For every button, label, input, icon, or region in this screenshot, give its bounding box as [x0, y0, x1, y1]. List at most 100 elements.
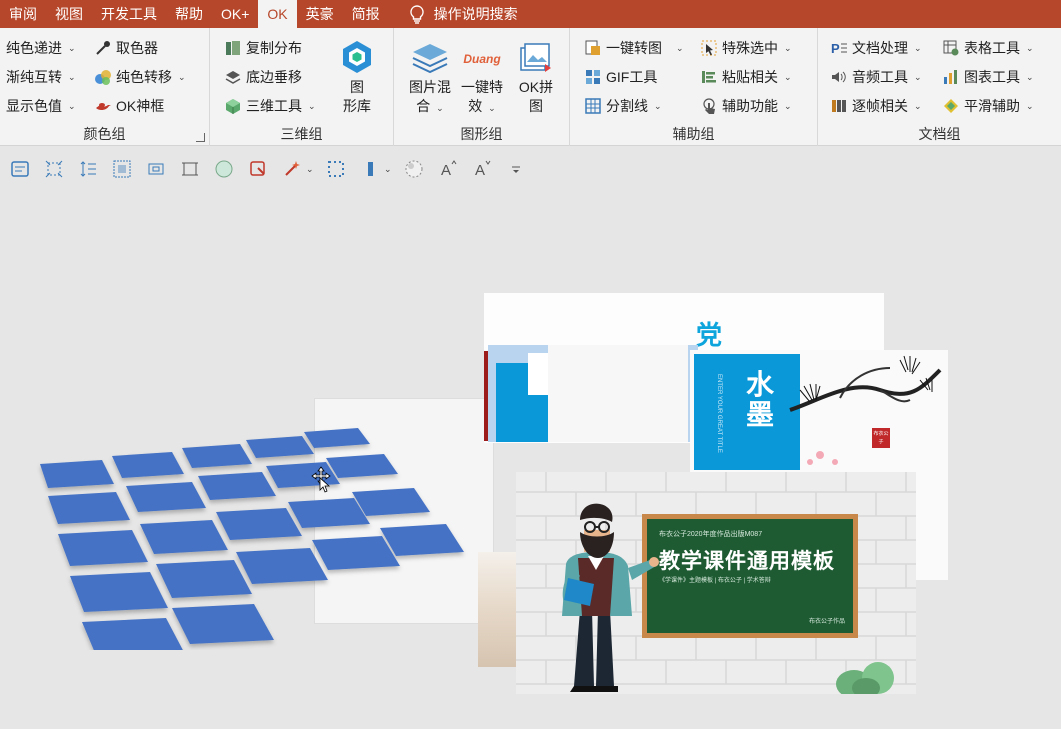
tile[interactable]: [140, 520, 228, 554]
tab-view[interactable]: 视图: [46, 0, 92, 28]
hexagon-library-icon: [343, 41, 371, 73]
tile[interactable]: [172, 604, 274, 644]
tab-help[interactable]: 帮助: [166, 0, 212, 28]
tile[interactable]: [288, 498, 370, 528]
tab-yinghao[interactable]: 英豪: [297, 0, 343, 28]
btn-image-blend[interactable]: 图片混 合 ⌄: [404, 42, 456, 118]
chevron-down-icon: ⌄: [308, 100, 316, 111]
teacher-slide[interactable]: 布衣公子2020年度作品出版M087 教学课件通用模板 《学课件》主题模板 | …: [516, 472, 916, 694]
btn-show-color-value[interactable]: 显示色值 ⌄: [6, 94, 76, 118]
chevron-down-icon: ⌄: [784, 100, 792, 111]
tile[interactable]: [126, 482, 206, 512]
btn-paste-related[interactable]: 粘贴相关 ⌄: [700, 65, 792, 89]
rotate-square-icon[interactable]: [246, 157, 270, 181]
btn-show-color-value-label: 显示色值: [6, 98, 62, 114]
btn-doc-processing[interactable]: P 文档处理 ⌄: [830, 36, 922, 60]
slide-canvas[interactable]: 党 水墨 ENTER YOUR GREAT TITLE 布衣公子 布衣公子202…: [0, 190, 1061, 729]
chevron-down-icon: ⌄: [178, 71, 186, 82]
tile[interactable]: [216, 508, 302, 540]
chevron-down-icon: ⌄: [488, 103, 496, 113]
frame-icon[interactable]: [178, 157, 202, 181]
tab-review[interactable]: 审阅: [0, 0, 46, 28]
btn-3d-tools[interactable]: 三维工具 ⌄: [224, 94, 316, 118]
tab-developer[interactable]: 开发工具: [92, 0, 166, 28]
btn-gif-tools-label: GIF工具: [606, 69, 658, 85]
magic-wand-icon[interactable]: [280, 157, 304, 181]
btn-special-select[interactable]: 特殊选中 ⌄: [700, 36, 792, 60]
circle-shape-icon[interactable]: [212, 157, 236, 181]
btn-frame-by-frame[interactable]: 逐帧相关 ⌄: [830, 94, 922, 118]
3d-tile-grid[interactable]: [30, 420, 470, 650]
btn-solid-gradient[interactable]: 纯色递进 ⌄: [6, 36, 76, 60]
btn-one-click-to-image[interactable]: 一键转图 ⌄: [584, 36, 684, 60]
landscape-slide[interactable]: [478, 552, 520, 667]
align-panel-icon[interactable]: [8, 157, 32, 181]
svg-text:P: P: [831, 41, 840, 56]
btn-shape-library[interactable]: 图 形库: [338, 38, 376, 116]
chevron-down-icon: ⌄: [914, 100, 922, 111]
board-top-text: 布衣公子2020年度作品出版M087: [659, 531, 763, 538]
tile[interactable]: [40, 460, 114, 488]
vertical-bar-icon[interactable]: [358, 157, 382, 181]
select-shape-icon[interactable]: [42, 157, 66, 181]
tile[interactable]: [312, 536, 400, 570]
tile[interactable]: [156, 560, 252, 598]
btn-gif-tools[interactable]: GIF工具: [584, 65, 657, 89]
btn-base-vertical-shift[interactable]: 底边垂移: [224, 65, 302, 89]
group-label-doc: 文档组: [918, 126, 961, 142]
tile[interactable]: [380, 524, 464, 556]
tile[interactable]: [48, 492, 130, 524]
btn-smooth-assist[interactable]: 平滑辅助 ⌄: [942, 94, 1034, 118]
btn-copy-distribute[interactable]: 复制分布: [224, 36, 302, 60]
tile[interactable]: [82, 618, 186, 650]
tile[interactable]: [352, 488, 430, 516]
btn-audio-tools[interactable]: 音频工具 ⌄: [830, 65, 922, 89]
tile[interactable]: [326, 454, 398, 478]
chevron-down-icon[interactable]: ⌄: [306, 164, 314, 175]
tile[interactable]: [304, 428, 370, 448]
chevron-down-icon[interactable]: ⌄: [384, 164, 392, 175]
btn-ok-magic-frame[interactable]: OK神框: [94, 94, 164, 118]
btn-gradient-swap[interactable]: 渐纯互转 ⌄: [6, 65, 76, 89]
svg-text:A: A: [475, 162, 485, 179]
crop-fit-icon[interactable]: [144, 157, 168, 181]
tile[interactable]: [246, 436, 314, 458]
line-spacing-icon[interactable]: [76, 157, 100, 181]
btn-one-click-effect[interactable]: Duang 一键特 效 ⌄: [456, 42, 508, 118]
cursor-select-icon: [701, 40, 717, 56]
distribute-grid-icon[interactable]: [110, 157, 134, 181]
customize-toolbar-icon[interactable]: [504, 157, 528, 181]
tile[interactable]: [112, 452, 184, 478]
dotted-select-icon[interactable]: [324, 157, 348, 181]
btn-table-tools[interactable]: 表格工具 ⌄: [942, 36, 1034, 60]
btn-assist-functions[interactable]: 辅助功能 ⌄: [700, 94, 792, 118]
dialog-launcher-icon[interactable]: [196, 133, 205, 142]
dashed-circle-icon[interactable]: [402, 157, 426, 181]
touch-hand-icon: [703, 98, 715, 114]
tile[interactable]: [198, 472, 276, 500]
blue-geometric-slide[interactable]: [488, 345, 698, 442]
btn-special-select-label: 特殊选中: [722, 40, 778, 56]
font-increase-icon[interactable]: A: [436, 157, 460, 181]
btn-split-lines[interactable]: 分割线 ⌄: [584, 94, 662, 118]
group-3d: 复制分布 底边垂移 三维工具 ⌄ 图 形库 三维组: [210, 28, 394, 146]
ribbon-tab-bar: 审阅 视图 开发工具 帮助 OK+ OK 英豪 简报 操作说明搜索: [0, 0, 1061, 28]
tile[interactable]: [58, 530, 148, 566]
speaker-icon: [832, 71, 846, 83]
font-decrease-icon[interactable]: A: [470, 157, 494, 181]
tell-me-search[interactable]: 操作说明搜索: [397, 0, 527, 28]
layers-icon: [225, 71, 241, 84]
tile[interactable]: [70, 572, 168, 612]
btn-eyedropper[interactable]: 取色器: [94, 36, 158, 60]
btn-image-blend-label-1: 图片混: [409, 79, 451, 95]
tab-ok[interactable]: OK: [258, 0, 297, 28]
tile[interactable]: [236, 548, 328, 584]
btn-ok-puzzle[interactable]: OK拼 图: [510, 42, 562, 116]
cube-icon: [226, 99, 240, 114]
tab-ok-plus[interactable]: OK+: [212, 0, 258, 28]
chevron-down-icon: ⌄: [784, 42, 792, 53]
btn-chart-tools[interactable]: 图表工具 ⌄: [942, 65, 1034, 89]
tile[interactable]: [182, 444, 252, 468]
btn-color-transfer[interactable]: 纯色转移 ⌄: [94, 65, 186, 89]
tab-jianbao[interactable]: 简报: [343, 0, 389, 28]
